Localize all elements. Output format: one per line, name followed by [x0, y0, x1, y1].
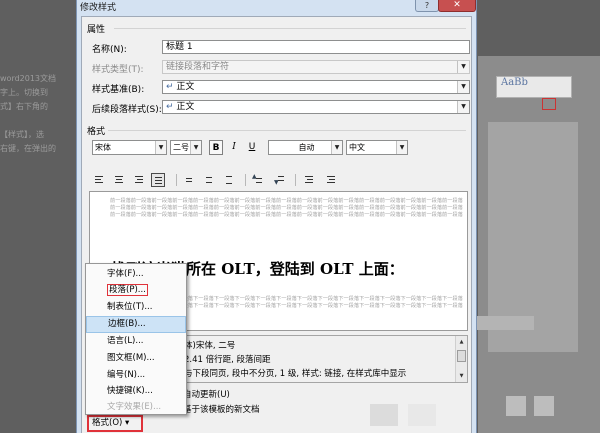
double-spacing-icon[interactable] [222, 173, 236, 187]
chevron-down-icon[interactable]: ▼ [331, 141, 342, 154]
space-before-icon[interactable]: ▲ [252, 173, 266, 187]
based-on-select[interactable]: ↵ 正文 ▼ [162, 80, 470, 94]
font-size-select[interactable]: 二号 ▼ [170, 140, 202, 155]
chevron-down-icon[interactable]: ▼ [190, 141, 201, 154]
chevron-down-icon[interactable]: ▼ [457, 81, 469, 93]
language-value: 中文 [349, 143, 365, 152]
align-left-icon[interactable] [92, 173, 106, 187]
menu-item-paragraph-label: 段落(P)... [107, 284, 148, 296]
font-color-value: 自动 [298, 143, 315, 152]
menu-item-shortcut-key[interactable]: 快捷键(K)... [86, 383, 186, 400]
dialog-title: 修改样式 [80, 3, 117, 13]
align-right-icon[interactable] [132, 173, 146, 187]
blur-artifact [408, 404, 436, 426]
bold-button[interactable]: B [209, 140, 223, 155]
style-type-select: 链接段落和字符 ▼ [162, 60, 470, 74]
italic-button[interactable]: I [227, 140, 241, 155]
description-scrollbar[interactable]: ▲ ▼ [455, 336, 467, 382]
background-blur [506, 396, 526, 416]
menu-item-border[interactable]: 边框(B)... [86, 316, 186, 333]
paragraph-toolbar: ▲ ▼ [92, 172, 467, 188]
blur-artifact [370, 404, 398, 426]
format-menu-button[interactable]: 格式(O) ▾ [87, 415, 143, 432]
font-color-select[interactable]: 自动 ▼ [268, 140, 343, 155]
font-size-value: 二号 [173, 143, 189, 152]
preview-previous-paragraph: 前一段落前一段落前一段落前一段落前一段落前一段落前一段落前一段落前一段落前一段落… [110, 205, 463, 211]
chevron-down-icon[interactable]: ▼ [396, 141, 407, 154]
font-name-value: 宋体 [95, 143, 111, 152]
chevron-down-icon: ▼ [457, 61, 469, 73]
background-text-line: 【样式】，选 [0, 130, 44, 139]
language-select[interactable]: 中文 ▼ [346, 140, 408, 155]
one-half-spacing-icon[interactable] [202, 173, 216, 187]
background-text-line: word2013文档 [0, 74, 57, 83]
font-toolbar: 宋体 ▼ 二号 ▼ B I U 自动 ▼ 中文 ▼ [92, 140, 467, 156]
preview-previous-paragraph: 前一段落前一段落前一段落前一段落前一段落前一段落前一段落前一段落前一段落前一段落… [110, 198, 463, 204]
paragraph-mark-icon: ↵ [166, 82, 174, 92]
scroll-down-icon[interactable]: ▼ [457, 371, 466, 381]
background-text-line: 式】右下角的 [0, 102, 48, 111]
background-text-line: 右键，在弹出的 [0, 144, 56, 153]
section-divider [114, 28, 466, 29]
properties-section-label: 属性 [87, 25, 106, 35]
decrease-indent-icon[interactable] [302, 173, 316, 187]
scroll-thumb[interactable] [457, 350, 466, 362]
underline-button[interactable]: U [245, 140, 259, 155]
dialog-titlebar: 修改样式 ? ✕ [77, 0, 476, 14]
toolbar-separator [295, 174, 296, 186]
background-blur [534, 396, 554, 416]
auto-update-checkbox-label[interactable]: 自动更新(U) [183, 388, 230, 400]
toolbar-separator [176, 174, 177, 186]
description-line: 体)宋体, 二号 [184, 341, 236, 351]
background-text-line: 字上。切换到 [0, 88, 48, 97]
description-line: 2.41 倍行距, 段落间距 [184, 355, 271, 365]
space-after-icon[interactable]: ▼ [274, 173, 288, 187]
next-style-value: 正文 [176, 102, 195, 112]
menu-item-frame[interactable]: 图文框(M)... [86, 350, 186, 367]
style-type-value: 链接段落和字符 [166, 62, 230, 72]
paragraph-mark-icon: ↵ [166, 102, 174, 112]
align-center-icon[interactable] [112, 173, 126, 187]
close-button[interactable]: ✕ [438, 0, 476, 12]
menu-item-language[interactable]: 语言(L)... [86, 333, 186, 350]
based-on-value: 正文 [176, 82, 195, 92]
name-field[interactable]: 标题 1 [162, 40, 470, 54]
next-style-select[interactable]: ↵ 正文 ▼ [162, 100, 470, 114]
scroll-up-icon[interactable]: ▲ [457, 337, 466, 347]
chevron-down-icon[interactable]: ▼ [155, 141, 166, 154]
based-on-label: 样式基准(B): [92, 85, 145, 95]
menu-item-tabs[interactable]: 制表位(T)... [86, 299, 186, 316]
help-button[interactable]: ? [415, 0, 439, 12]
chevron-down-icon[interactable]: ▼ [457, 101, 469, 113]
align-justify-icon[interactable] [151, 173, 165, 187]
menu-item-font[interactable]: 字体(F)... [86, 266, 186, 283]
name-label: 名称(N): [92, 45, 127, 55]
new-documents-option-label[interactable]: 基于该模板的新文档 [183, 403, 260, 415]
preview-previous-paragraph: 前一段落前一段落前一段落前一段落前一段落前一段落前一段落前一段落前一段落前一段落… [110, 212, 463, 218]
menu-item-paragraph[interactable]: 段落(P)... [86, 282, 186, 299]
menu-item-text-effects: 文字效果(E)... [107, 402, 162, 412]
increase-indent-icon[interactable] [324, 173, 338, 187]
toolbar-separator [245, 174, 246, 186]
font-name-select[interactable]: 宋体 ▼ [92, 140, 167, 155]
style-type-label: 样式类型(T): [92, 65, 144, 75]
menu-item-numbering[interactable]: 编号(N)... [86, 367, 186, 384]
next-style-label: 后续段落样式(S): [92, 105, 162, 115]
single-spacing-icon[interactable] [182, 173, 196, 187]
format-menu: 字体(F)... 段落(P)... 制表位(T)... 边框(B)... 语言(… [85, 263, 187, 415]
section-divider [108, 130, 466, 131]
description-line: 与下段同页, 段中不分页, 1 级, 样式: 链接, 在样式库中显示 [184, 369, 407, 379]
background-highlight-box [542, 98, 556, 110]
background-blur [476, 316, 534, 330]
background-style-card: AaBb [496, 76, 572, 98]
format-section-label: 格式 [87, 127, 106, 137]
